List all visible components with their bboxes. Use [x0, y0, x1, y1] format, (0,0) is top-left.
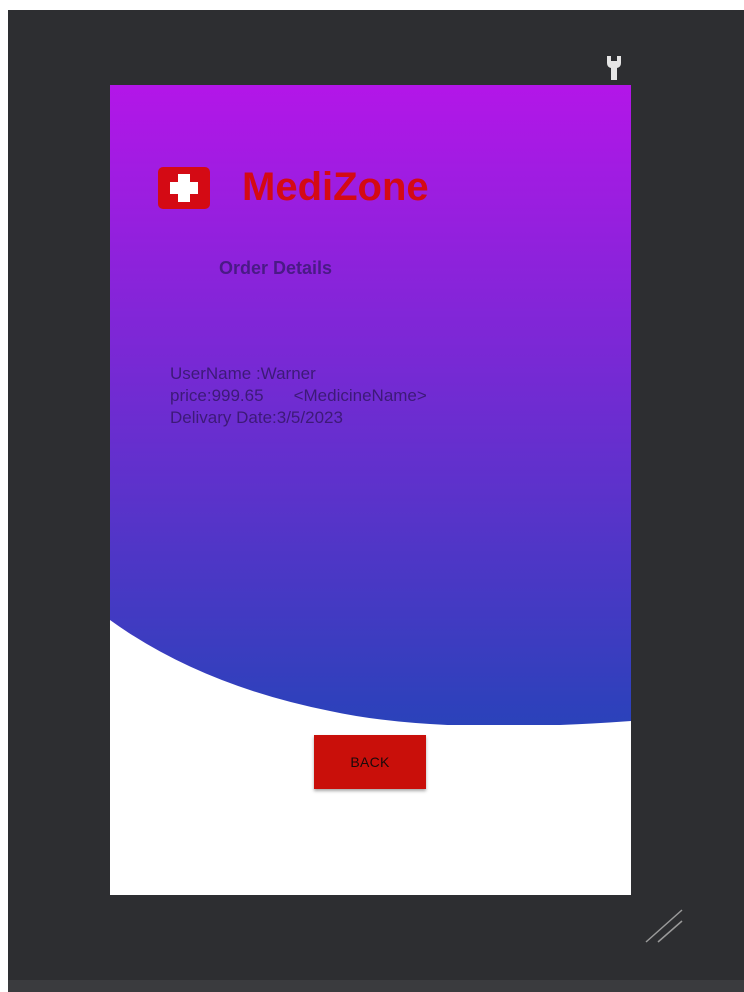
editor-status-strip — [8, 980, 744, 992]
medicine-name-text: <MedicineName> — [293, 386, 427, 405]
phone-screen: MediZone Order Details UserName :Warner … — [110, 85, 631, 895]
price-text: price:999.65 — [170, 386, 264, 405]
username-text: UserName :Warner — [170, 364, 316, 383]
back-button[interactable]: BACK — [314, 735, 426, 789]
page-title: Order Details — [219, 258, 333, 278]
resize-handle-icon[interactable] — [644, 908, 684, 944]
brand-title: MediZone — [242, 165, 429, 209]
price-row: price:999.65 <MedicineName> — [170, 386, 427, 406]
wrench-icon[interactable] — [604, 54, 624, 82]
medical-cross-icon — [158, 167, 210, 209]
delivery-date-text: Delivary Date:3/5/2023 — [170, 408, 343, 427]
